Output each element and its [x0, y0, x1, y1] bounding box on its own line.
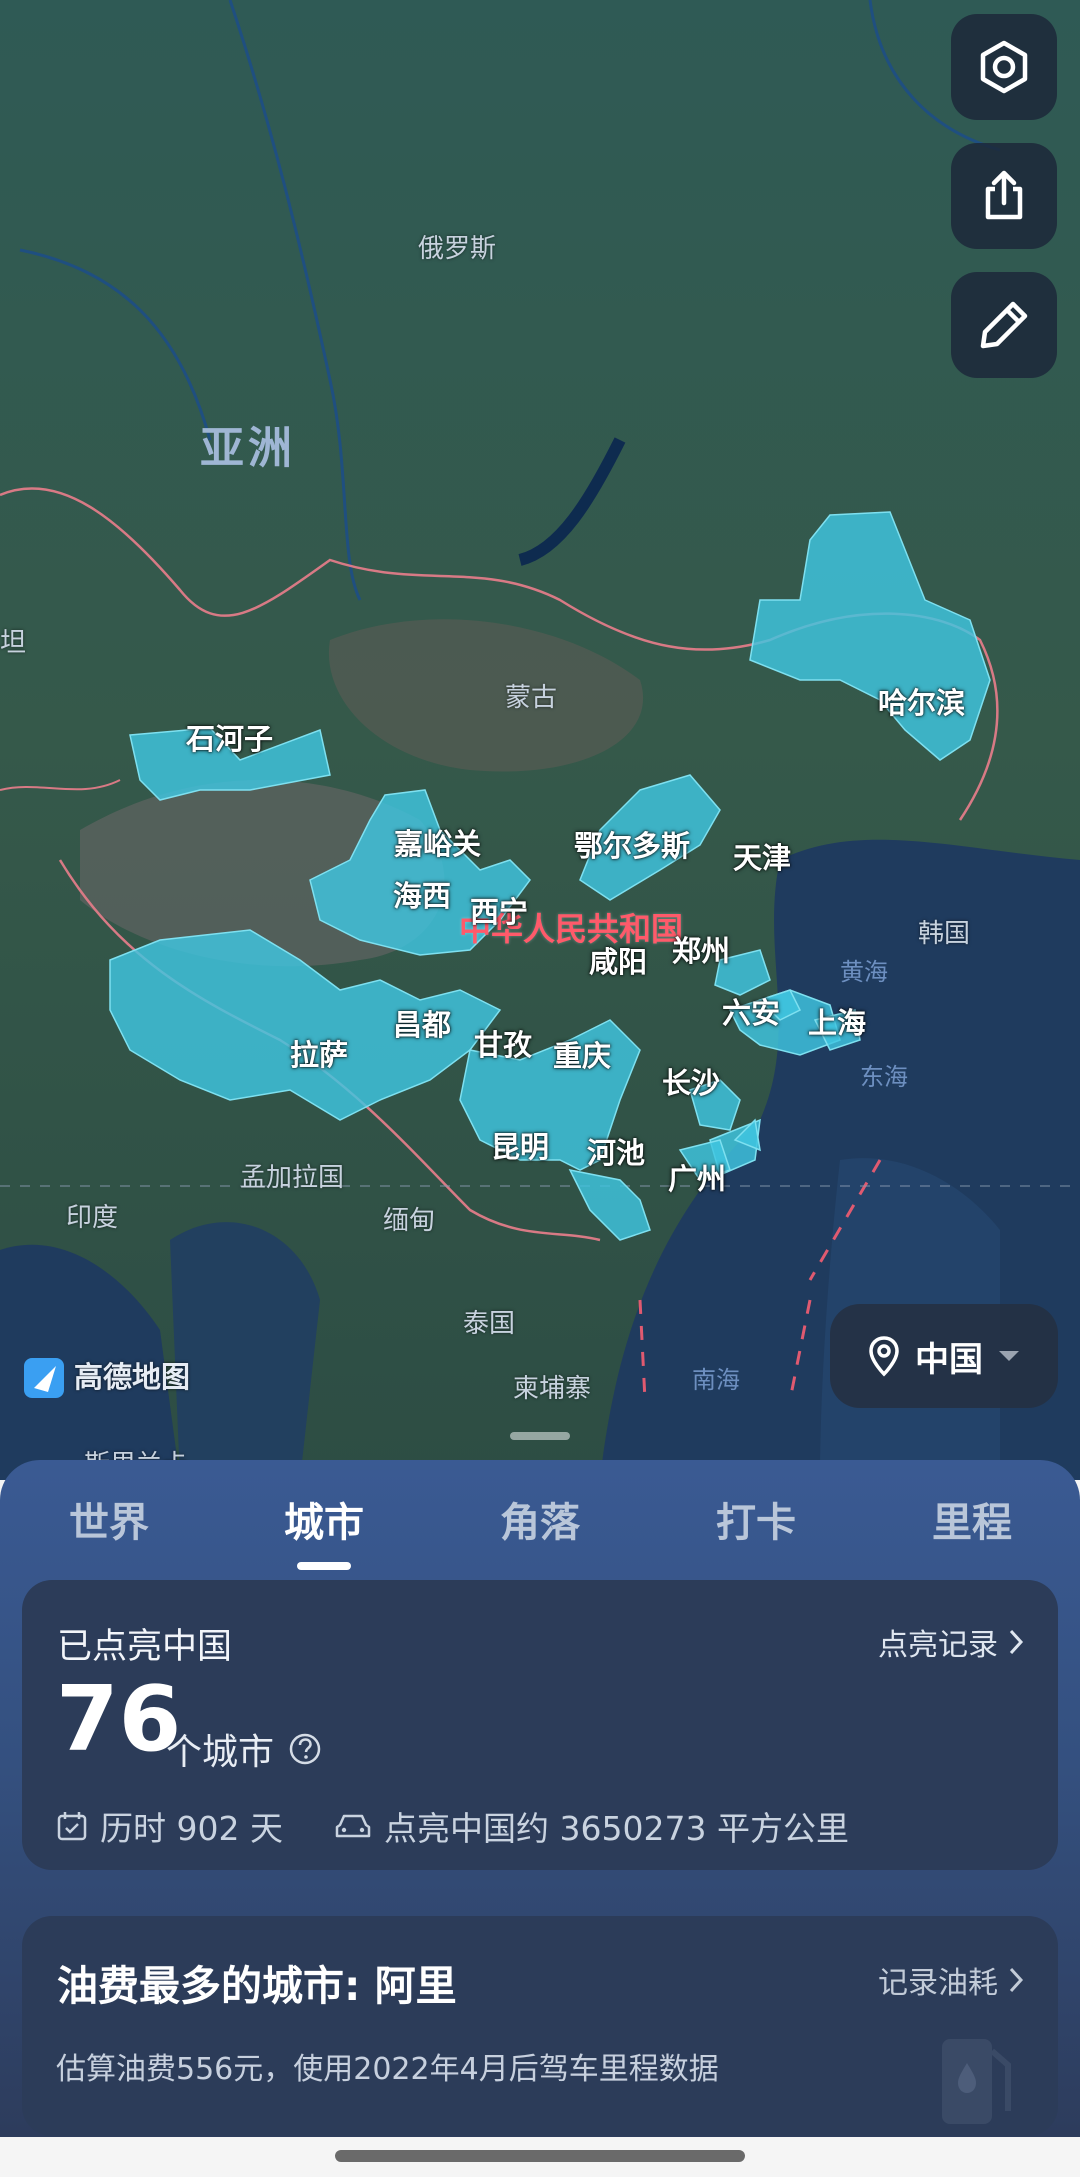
chevron-right-icon	[1009, 1629, 1024, 1655]
region-selector[interactable]: 中国	[830, 1304, 1058, 1408]
car-icon	[335, 1814, 371, 1838]
tab-bar: 世界 城市 角落 打卡 里程	[0, 1490, 1080, 1560]
city-label-chongqing[interactable]: 重庆	[553, 1033, 611, 1075]
fuel-description: 估算油费556元，使用2022年4月后驾车里程数据	[56, 2052, 719, 2087]
city-count: 76	[56, 1667, 182, 1772]
area-row: 点亮中国约 3650273 平方公里	[334, 1802, 849, 1850]
map-label-myanmar: 缅甸	[383, 1206, 436, 1236]
fuel-record-link[interactable]: 记录油耗	[878, 1958, 1024, 2002]
record-link[interactable]: 点亮记录	[878, 1620, 1024, 1664]
map-canvas	[0, 0, 1080, 1480]
share-icon	[985, 170, 1023, 220]
region-selector-label: 中国	[915, 1339, 983, 1380]
city-label-zhengzhou[interactable]: 郑州	[672, 928, 730, 970]
duration-text: 历时 902 天	[100, 1809, 283, 1848]
chevron-right-icon	[1009, 1967, 1024, 1993]
map-label-east-sea: 东海	[860, 1063, 908, 1091]
home-indicator[interactable]	[335, 2150, 745, 2162]
fuel-cost-card[interactable]: 油费最多的城市: 阿里 记录油耗 估算油费556元，使用2022年4月后驾车里程…	[22, 1916, 1058, 2136]
settings-icon	[980, 40, 1028, 94]
map-label-bangladesh: 孟加拉国	[240, 1163, 345, 1193]
summary-title: 已点亮中国	[57, 1627, 233, 1667]
city-label-ganzi[interactable]: 甘孜	[474, 1022, 532, 1064]
panel-drag-handle[interactable]	[510, 1432, 570, 1440]
city-label-hechi[interactable]: 河池	[587, 1130, 645, 1172]
fuel-pump-icon	[942, 2039, 1011, 2124]
duration-row: 历时 902 天	[56, 1802, 283, 1850]
map-label-cambodia: 柬埔寨	[513, 1374, 592, 1404]
city-label-jiayuguan[interactable]: 嘉峪关	[394, 821, 481, 863]
city-label-guangzhou[interactable]: 广州	[668, 1156, 726, 1198]
map-view[interactable]: 俄罗斯 亚洲 蒙古 中华人民共和国 韩国 黄海 东海 南海 孟加拉国 印度 缅甸…	[0, 0, 1080, 1480]
city-summary-card: 已点亮中国 点亮记录 76 个城市 历时 902 天 点亮中国约 3650273…	[22, 1580, 1058, 1870]
map-label-south-sea: 南海	[692, 1366, 740, 1394]
city-label-liuan[interactable]: 六安	[722, 990, 780, 1032]
tab-world[interactable]: 世界	[44, 1490, 174, 1548]
dropdown-arrow-icon	[999, 1351, 1019, 1361]
city-label-shanghai[interactable]: 上海	[808, 1000, 866, 1042]
map-label-india: 印度	[66, 1203, 119, 1233]
city-count-unit-row: 个城市	[166, 1723, 322, 1775]
map-label-mongolia: 蒙古	[505, 683, 558, 713]
city-label-tianjin[interactable]: 天津	[733, 835, 791, 877]
calendar-check-icon	[57, 1812, 87, 1841]
fuel-title: 油费最多的城市: 阿里	[57, 1962, 457, 2010]
city-label-eerduosi[interactable]: 鄂尔多斯	[574, 823, 690, 865]
record-link-label: 点亮记录	[878, 1628, 998, 1663]
area-text: 点亮中国约 3650273 平方公里	[384, 1809, 849, 1848]
gaode-map-logo: 高德地图	[24, 1354, 190, 1396]
edit-icon	[980, 301, 1028, 349]
map-label-partial-left: 坦	[0, 628, 27, 658]
fuel-record-link-label: 记录油耗	[878, 1966, 998, 2001]
city-label-haixi[interactable]: 海西	[393, 873, 451, 915]
active-tab-indicator	[297, 1562, 351, 1570]
city-label-haerbin[interactable]: 哈尔滨	[878, 680, 965, 722]
city-count-unit: 个城市	[166, 1732, 275, 1773]
city-label-lasa[interactable]: 拉萨	[290, 1032, 348, 1074]
map-label-russia: 俄罗斯	[418, 234, 497, 264]
tab-city[interactable]: 城市	[259, 1490, 389, 1548]
location-pin-icon	[869, 1336, 899, 1377]
city-label-shihezi[interactable]: 石河子	[186, 716, 273, 758]
city-label-xianyang[interactable]: 咸阳	[589, 939, 647, 981]
city-label-kunming[interactable]: 昆明	[491, 1124, 549, 1166]
edit-button[interactable]	[951, 272, 1057, 378]
city-label-xining[interactable]: 西宁	[470, 889, 528, 931]
tab-corner[interactable]: 角落	[475, 1490, 605, 1548]
city-label-changsha[interactable]: 长沙	[662, 1060, 720, 1102]
question-circle-icon[interactable]	[288, 1732, 322, 1766]
map-label-yellow-sea: 黄海	[840, 958, 888, 986]
tab-checkin[interactable]: 打卡	[691, 1490, 821, 1548]
map-label-korea: 韩国	[918, 919, 971, 949]
tab-mileage[interactable]: 里程	[907, 1490, 1037, 1548]
bottom-sheet: 世界 城市 角落 打卡 里程 已点亮中国 点亮记录 76 个城市 历时 902 …	[0, 1460, 1080, 2137]
settings-button[interactable]	[951, 14, 1057, 120]
share-button[interactable]	[951, 143, 1057, 249]
map-label-asia: 亚洲	[200, 423, 296, 474]
map-label-thailand: 泰国	[463, 1309, 516, 1339]
city-label-changdu[interactable]: 昌都	[393, 1002, 451, 1044]
gaode-logo-text: 高德地图	[74, 1360, 191, 1394]
